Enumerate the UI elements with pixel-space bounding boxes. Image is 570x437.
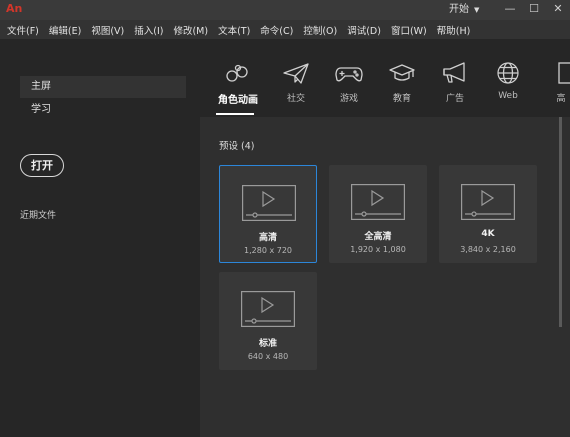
category-label: 教育 xyxy=(392,94,411,104)
menu-modify[interactable]: 修改(M) xyxy=(173,23,208,37)
graduation-cap-icon xyxy=(389,64,415,81)
globe-icon xyxy=(497,62,519,84)
animate-logo: An xyxy=(6,2,23,15)
preset-dimensions: 1,920 x 1,080 xyxy=(350,245,406,254)
preset-card-standard[interactable]: 标准 640 x 480 xyxy=(219,272,317,370)
category-web[interactable]: Web xyxy=(486,61,530,101)
category-label: 广告 xyxy=(445,94,464,104)
menu-control[interactable]: 控制(O) xyxy=(303,23,337,37)
menu-edit[interactable]: 编辑(E) xyxy=(49,23,81,37)
menu-help[interactable]: 帮助(H) xyxy=(437,23,471,37)
category-advertising[interactable]: 广告 xyxy=(433,61,477,104)
preset-dimensions: 1,280 x 720 xyxy=(244,246,292,255)
presets-title: 预设 (4) xyxy=(219,141,255,152)
menu-insert[interactable]: 插入(I) xyxy=(134,23,163,37)
sidebar: 主屏 学习 打开 近期文件 xyxy=(0,39,200,437)
menu-commands[interactable]: 命令(C) xyxy=(260,23,293,37)
category-advanced[interactable]: 高 xyxy=(539,61,570,104)
presets-panel: 预设 (4) 高清 1,280 x 720 全高清 1,920 x 1,080 xyxy=(200,117,562,437)
category-character-animation[interactable]: 角色动画 xyxy=(216,61,260,115)
preset-name: 标准 xyxy=(258,339,277,349)
menu-view[interactable]: 视图(V) xyxy=(91,23,124,37)
gamepad-icon xyxy=(335,67,363,82)
open-button[interactable]: 打开 xyxy=(20,154,64,177)
paper-plane-icon xyxy=(283,63,309,84)
advanced-icon xyxy=(558,62,570,84)
preset-name: 高清 xyxy=(258,233,277,243)
menu-file[interactable]: 文件(F) xyxy=(7,23,39,37)
sidebar-item-learn[interactable]: 学习 xyxy=(20,99,186,121)
video-icon xyxy=(242,185,296,221)
close-button[interactable]: ✕ xyxy=(546,0,570,18)
recent-files-label: 近期文件 xyxy=(20,211,57,221)
sidebar-item-home[interactable]: 主屏 xyxy=(20,76,186,98)
preset-name: 全高清 xyxy=(364,232,392,242)
category-label: 游戏 xyxy=(339,94,358,104)
category-label: 社交 xyxy=(286,94,305,104)
maximize-button[interactable]: ☐ xyxy=(522,0,546,18)
preset-dimensions: 640 x 480 xyxy=(247,352,289,361)
scrollbar-thumb[interactable] xyxy=(559,117,562,327)
scrollbar-track[interactable] xyxy=(562,117,570,437)
menu-bar: 文件(F) 编辑(E) 视图(V) 插入(I) 修改(M) 文本(T) 命令(C… xyxy=(0,20,570,39)
video-icon xyxy=(351,184,405,220)
chevron-down-icon: ▼ xyxy=(474,6,480,14)
video-icon xyxy=(241,291,295,327)
category-label: 角色动画 xyxy=(218,95,258,106)
megaphone-icon xyxy=(443,62,465,83)
preset-card-4k[interactable]: 4K 3,840 x 2,160 xyxy=(439,165,537,263)
category-education[interactable]: 教育 xyxy=(380,61,424,104)
category-label: 高 xyxy=(556,94,566,104)
preset-card-full-hd[interactable]: 全高清 1,920 x 1,080 xyxy=(329,165,427,263)
category-social[interactable]: 社交 xyxy=(274,61,318,104)
character-animation-icon xyxy=(226,64,248,82)
menu-window[interactable]: 窗口(W) xyxy=(391,23,427,37)
preset-card-hd[interactable]: 高清 1,280 x 720 xyxy=(219,165,317,263)
menu-debug[interactable]: 调试(D) xyxy=(347,23,381,37)
window-controls: — ☐ ✕ xyxy=(498,0,570,20)
preset-dimensions: 3,840 x 2,160 xyxy=(460,245,516,254)
workspace-label: 开始 xyxy=(449,4,469,15)
preset-name: 4K xyxy=(481,229,495,239)
active-tab-underline xyxy=(216,113,254,115)
workspace-switcher[interactable]: 开始 ▼ xyxy=(449,3,479,17)
category-label: Web xyxy=(498,91,518,101)
category-games[interactable]: 游戏 xyxy=(327,61,371,104)
category-bar: 角色动画 社交 游戏 教育 广告 Web 高 xyxy=(200,39,570,117)
title-bar: An 开始 ▼ — ☐ ✕ xyxy=(0,0,570,20)
video-icon xyxy=(461,184,515,220)
minimize-button[interactable]: — xyxy=(498,0,522,18)
menu-text[interactable]: 文本(T) xyxy=(218,23,250,37)
